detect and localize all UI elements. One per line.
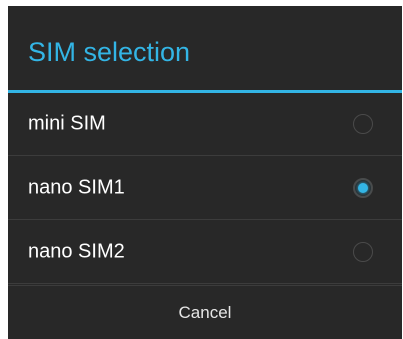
option-label: mini SIM	[28, 112, 106, 135]
sim-selection-dialog: SIM selection mini SIM nano SIM1 nano SI…	[8, 6, 402, 339]
radio-button-unchecked[interactable]	[353, 241, 373, 262]
dialog-footer: Cancel	[8, 285, 402, 339]
radio-selected-dot	[358, 182, 368, 193]
sim-option-list: mini SIM nano SIM1 nano SIM2	[8, 93, 402, 284]
radio-button-unchecked[interactable]	[353, 114, 373, 134]
radio-button-checked[interactable]	[353, 177, 373, 198]
option-nano-sim2[interactable]: nano SIM2	[8, 220, 402, 284]
dialog-title-bar: SIM selection	[8, 6, 402, 90]
option-label: nano SIM2	[28, 240, 125, 262]
cancel-button[interactable]: Cancel	[8, 286, 402, 339]
option-nano-sim1[interactable]: nano SIM1	[8, 156, 402, 220]
option-label: nano SIM1	[28, 176, 125, 198]
option-mini-sim[interactable]: mini SIM	[8, 93, 402, 156]
dialog-title: SIM selection	[28, 37, 191, 67]
